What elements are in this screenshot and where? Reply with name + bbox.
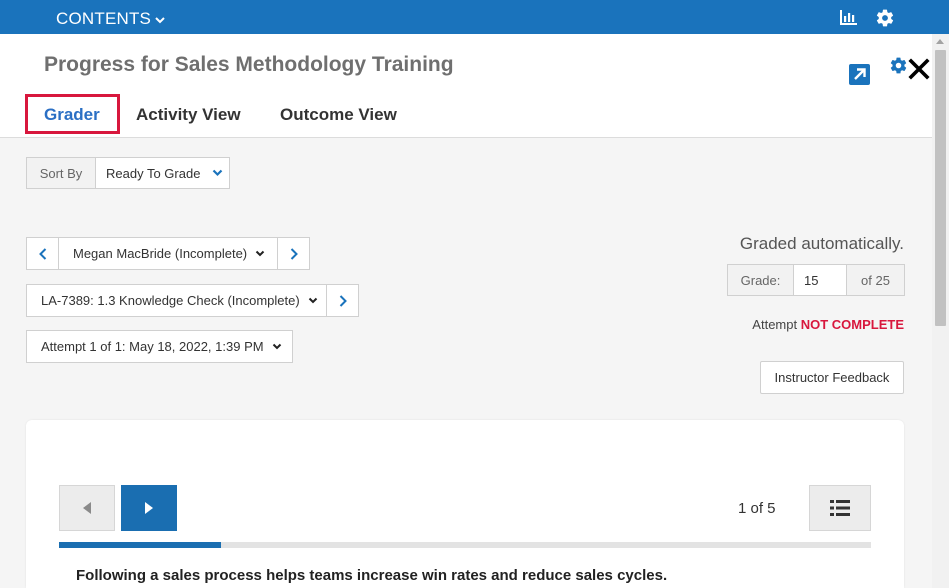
question-progress-fill — [59, 542, 222, 548]
chevron-right-icon — [290, 247, 298, 260]
top-bar: CONTENTS — [0, 0, 949, 34]
popout-button[interactable] — [849, 64, 870, 85]
contents-label: CONTENTS — [56, 9, 152, 28]
attempt-status: Attempt NOT COMPLETE — [752, 317, 904, 332]
close-icon[interactable] — [908, 58, 930, 80]
chevron-down-icon — [213, 169, 223, 177]
attempt-select-value: Attempt 1 of 1: May 18, 2022, 1:39 PM — [41, 339, 264, 354]
list-icon — [830, 500, 850, 516]
chevron-down-icon — [255, 250, 265, 257]
graded-status-text: Graded automatically. — [739, 234, 904, 253]
next-activity-button[interactable] — [326, 284, 359, 317]
grade-max-label: of 25 — [846, 264, 905, 296]
page-title: Progress for Sales Methodology Training — [44, 53, 454, 76]
question-text: Following a sales process helps teams in… — [76, 567, 668, 584]
learner-select[interactable]: Megan MacBride (Incomplete) — [58, 237, 278, 270]
scroll-up-arrow[interactable] — [936, 39, 944, 44]
activity-select-value: LA-7389: 1.3 Knowledge Check (Incomplete… — [41, 293, 300, 308]
tab-highlight-box — [25, 94, 120, 134]
scrollbar[interactable] — [932, 34, 949, 588]
tab-outcome-view[interactable]: Outcome View — [280, 105, 397, 125]
chevron-down-icon — [155, 16, 165, 23]
tab-activity-view[interactable]: Activity View — [136, 105, 241, 125]
scrollbar-thumb[interactable] — [935, 50, 946, 326]
page-indicator: 1 of 5 — [738, 500, 776, 517]
chevron-down-icon — [272, 343, 281, 350]
grade-input[interactable]: 15 — [793, 264, 847, 296]
contents-menu-button[interactable]: CONTENTS — [56, 9, 165, 29]
grade-label: Grade: — [727, 264, 794, 296]
bar-chart-icon[interactable] — [838, 8, 858, 28]
attempt-status-value: NOT COMPLETE — [800, 317, 904, 332]
next-question-button[interactable] — [121, 485, 177, 531]
instructor-feedback-button[interactable]: Instructor Feedback — [760, 361, 904, 394]
activity-viewer-card: 1 of 5 Following a sales process helps t… — [26, 420, 904, 588]
sort-by-label: Sort By — [26, 157, 96, 189]
triangle-left-icon — [83, 502, 91, 514]
sort-by-select[interactable]: Ready To Grade — [95, 157, 230, 189]
sort-by-value: Ready To Grade — [106, 165, 201, 181]
question-list-button[interactable] — [809, 485, 871, 531]
learner-select-value: Megan MacBride (Incomplete) — [73, 246, 248, 261]
previous-question-button[interactable] — [59, 485, 115, 531]
header: Progress for Sales Methodology Training … — [0, 34, 932, 138]
gear-icon[interactable] — [875, 8, 895, 28]
external-link-icon — [854, 68, 866, 80]
question-progress-bar — [59, 542, 871, 548]
next-learner-button[interactable] — [277, 237, 310, 270]
previous-learner-button[interactable] — [26, 237, 59, 270]
chevron-left-icon — [38, 247, 46, 260]
chevron-right-icon — [339, 294, 347, 307]
triangle-right-icon — [145, 502, 153, 514]
chevron-down-icon — [308, 297, 317, 304]
attempt-select[interactable]: Attempt 1 of 1: May 18, 2022, 1:39 PM — [26, 330, 293, 363]
gear-icon[interactable] — [889, 56, 908, 75]
attempt-status-label: Attempt — [752, 317, 798, 332]
activity-select[interactable]: LA-7389: 1.3 Knowledge Check (Incomplete… — [26, 284, 327, 317]
